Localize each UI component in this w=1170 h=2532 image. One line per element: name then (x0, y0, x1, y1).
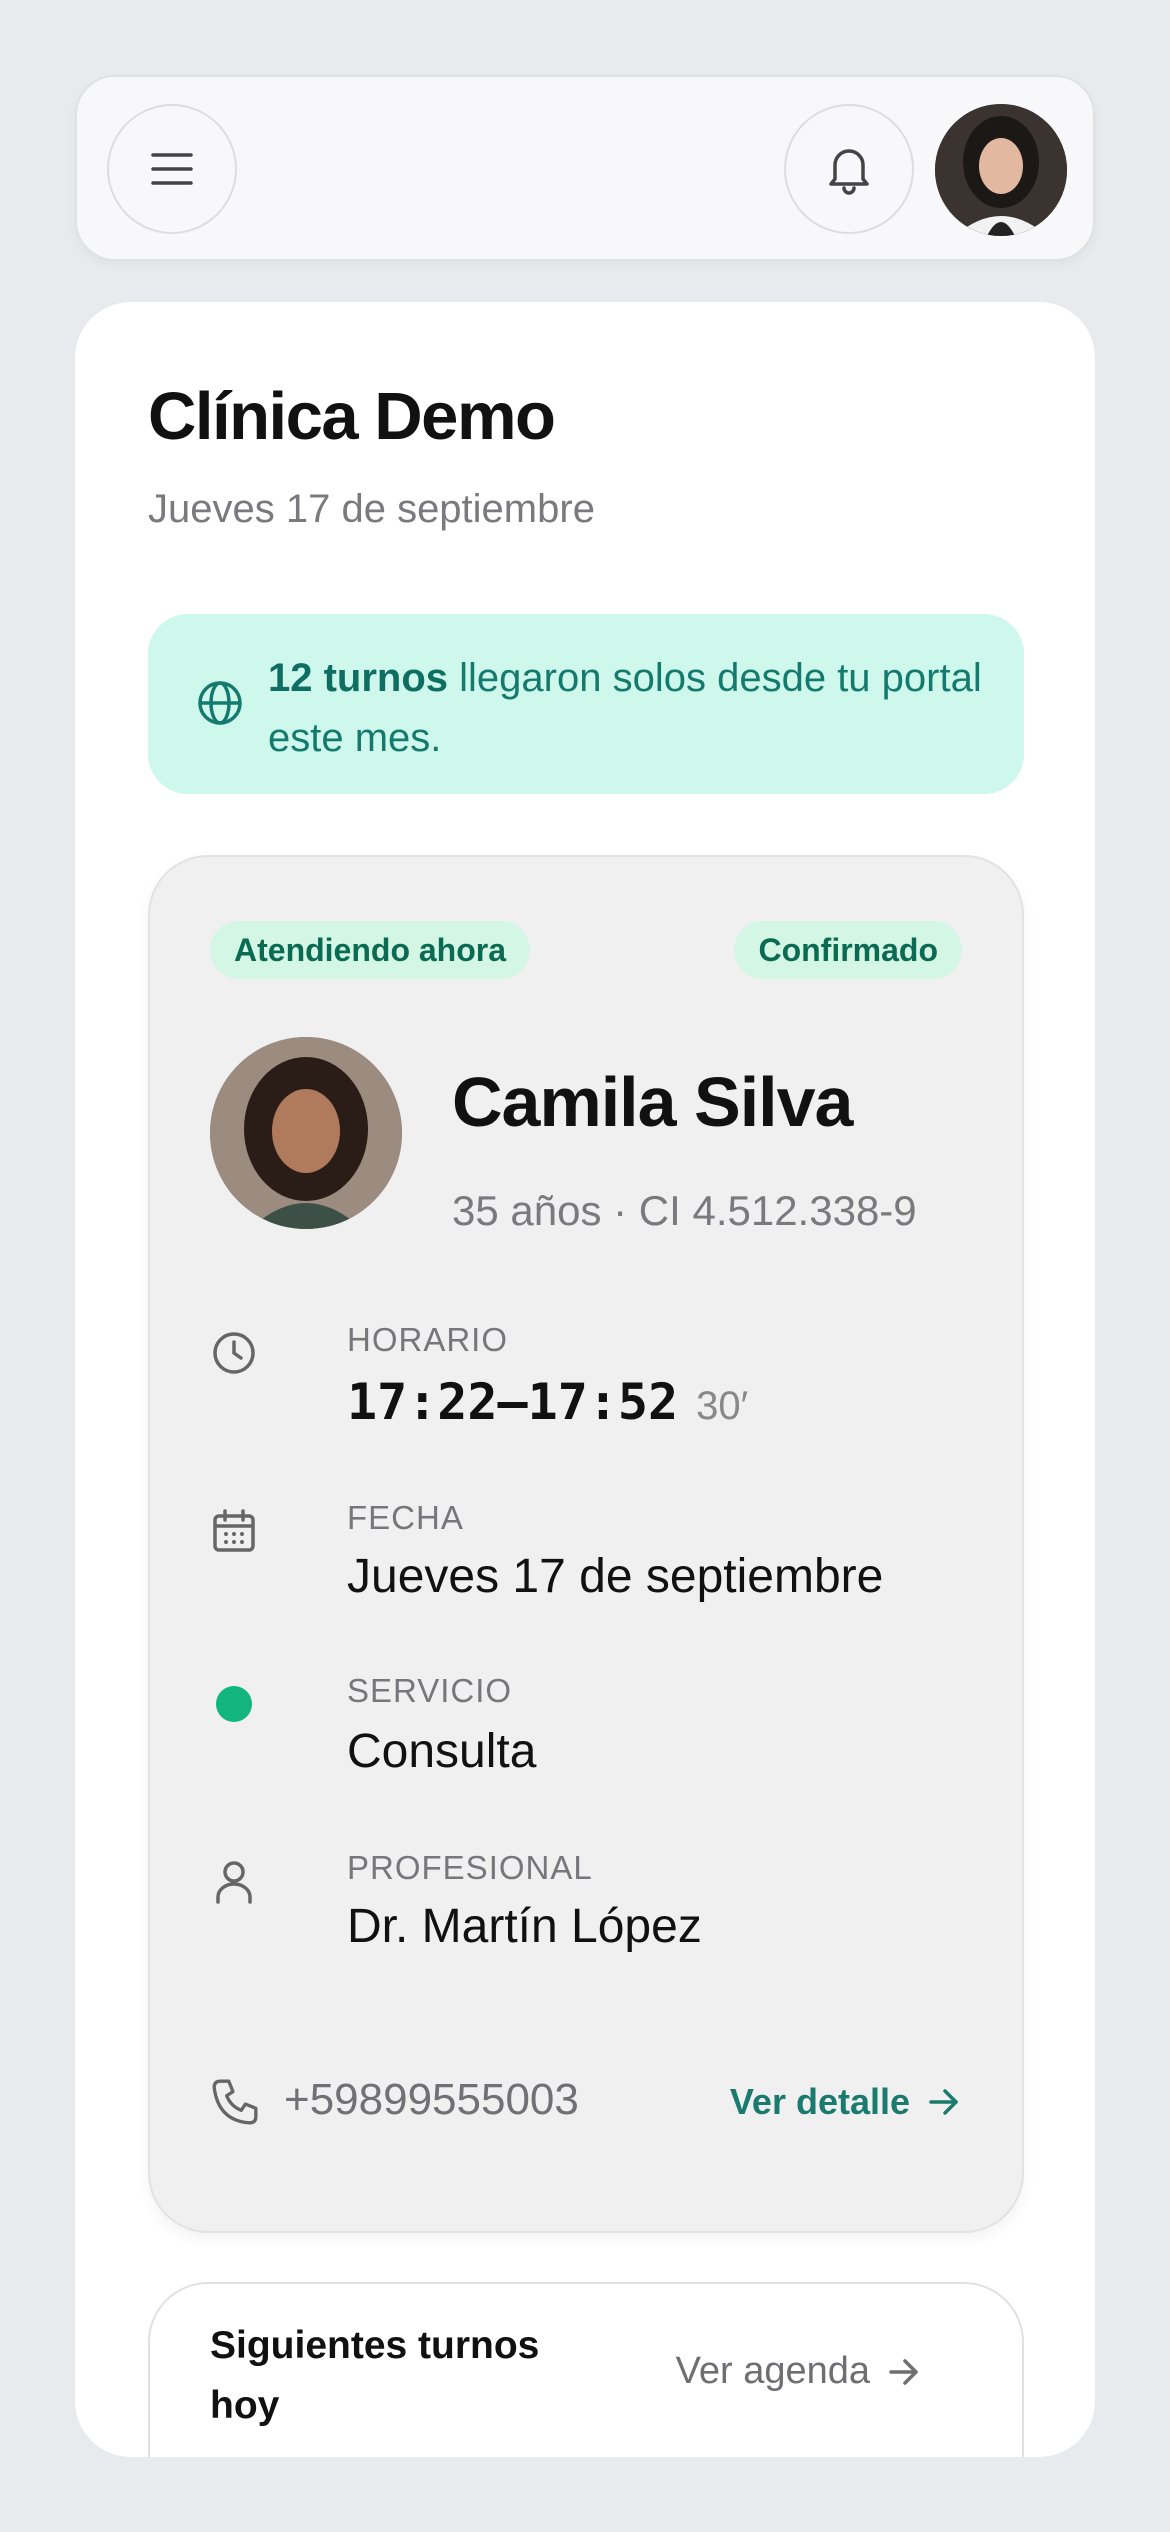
view-detail-link[interactable]: Ver detalle (730, 2081, 962, 2123)
professional-value: Dr. Martín López (347, 1900, 702, 1953)
professional-label: PROFESIONAL (347, 1849, 593, 1886)
service-label: SERVICIO (347, 1672, 513, 1709)
banner-count: 12 turnos (268, 656, 449, 700)
banner-text: 12 turnos llegaron solos desde tu portal… (268, 648, 988, 768)
next-appointments-title: Siguientes turnos hoy (210, 2324, 540, 2427)
calendar-icon (213, 1509, 255, 1552)
main-panel: Clínica Demo Jueves 17 de septiembre 12 … (75, 302, 1095, 2457)
page-title: Clínica Demo (148, 379, 556, 454)
arrow-right-icon (889, 2358, 918, 2385)
globe-icon (198, 681, 242, 725)
user-avatar[interactable] (935, 104, 1067, 236)
schedule-label: HORARIO (347, 1321, 509, 1358)
notifications-button[interactable] (784, 104, 914, 234)
view-detail-label: Ver detalle (729, 2081, 910, 2122)
service-value: Consulta (347, 1725, 537, 1778)
date-label: FECHA (347, 1499, 464, 1536)
current-appointment-card[interactable]: Atendiendo ahora Confirmado Camila Silva… (148, 855, 1024, 2233)
service-dot-icon (216, 1686, 252, 1722)
duration: 30′ (696, 1384, 749, 1428)
view-agenda-link[interactable]: Ver agenda (676, 2350, 922, 2393)
phone-row[interactable]: +59899555003 (210, 2075, 579, 2132)
page-date: Jueves 17 de septiembre (148, 487, 595, 531)
date-value: Jueves 17 de septiembre (347, 1550, 884, 1603)
next-appointments-card: Siguientes turnos hoy Ver agenda (148, 2282, 1024, 2457)
person-icon (216, 1861, 252, 1904)
patient-meta: 35 años · CI 4.512.338-9 (452, 1187, 917, 1234)
status-badge-confirmed: Confirmado (734, 921, 962, 979)
schedule-value: 17:22–17:52 (347, 1373, 679, 1431)
status-badge-now: Atendiendo ahora (210, 921, 531, 979)
patient-phone[interactable]: +59899555003 (284, 2075, 579, 2125)
view-agenda-label: Ver agenda (675, 2350, 870, 2392)
bell-icon (829, 149, 869, 195)
menu-button[interactable] (107, 104, 237, 234)
arrow-right-icon (929, 2089, 958, 2115)
patient-avatar (210, 1037, 402, 1229)
schedule-value-wrap: 17:22–17:52 30′ (347, 1373, 748, 1431)
top-bar (75, 75, 1095, 261)
phone-icon (212, 2079, 258, 2125)
clock-icon (213, 1332, 255, 1374)
portal-banner: 12 turnos llegaron solos desde tu portal… (148, 614, 1024, 794)
patient-name: Camila Silva (452, 1063, 853, 1141)
menu-icon (151, 153, 193, 185)
